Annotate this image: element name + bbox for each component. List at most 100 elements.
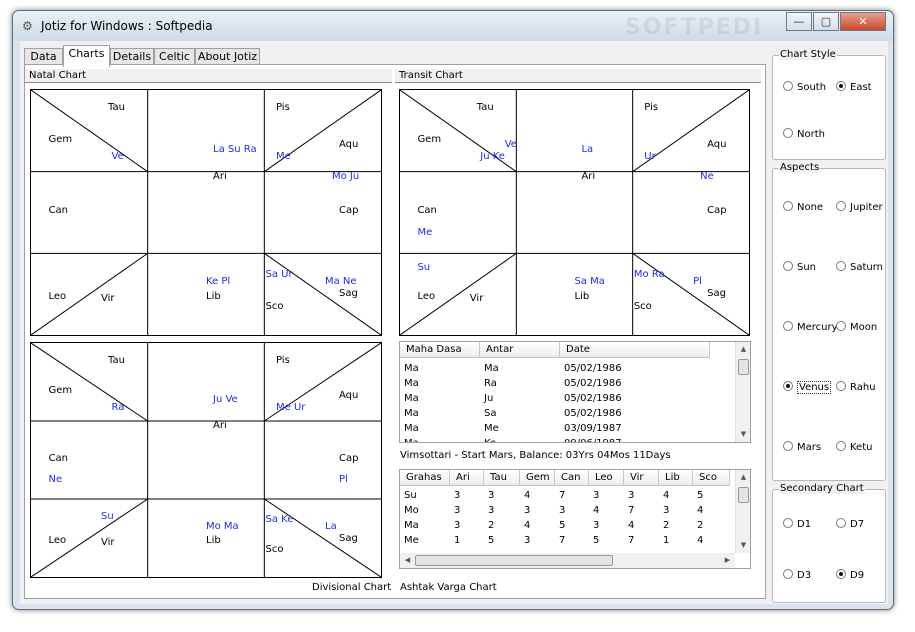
planets-sco[interactable]: Sa Ke	[266, 514, 294, 525]
table-cell[interactable]: Mo	[404, 505, 419, 517]
planets-vir[interactable]: Su	[101, 511, 114, 522]
table-cell[interactable]: 7	[628, 535, 634, 547]
minimize-button[interactable]: —	[786, 12, 812, 31]
planets-pis[interactable]: Ur	[644, 151, 655, 162]
column-header[interactable]: Antar	[480, 342, 560, 358]
aspects-radio-mercury[interactable]: Mercury	[783, 321, 838, 334]
table-cell[interactable]: 4	[697, 505, 703, 517]
column-header[interactable]: Lib	[659, 470, 693, 486]
aspects-radio-ketu[interactable]: Ketu	[836, 441, 872, 454]
table-cell[interactable]: 1	[454, 535, 460, 547]
table-cell[interactable]: 3	[663, 505, 669, 517]
secondary-chart-radio-d9[interactable]: D9	[836, 569, 864, 582]
planets-can[interactable]: Me	[417, 227, 432, 238]
table-cell[interactable]: 03/09/1987	[564, 423, 622, 435]
planets-can[interactable]: Ne	[49, 474, 63, 485]
planets-leo[interactable]: Su	[417, 262, 430, 273]
table-cell[interactable]: 5	[559, 520, 565, 532]
radio-circle-icon[interactable]	[836, 261, 846, 271]
radio-circle-icon[interactable]	[783, 81, 793, 91]
planets-aqu[interactable]: Mo Ju	[332, 171, 359, 182]
table-cell[interactable]: Ju	[484, 393, 493, 405]
table-cell[interactable]: 3	[593, 490, 599, 502]
column-header[interactable]: Leo	[589, 470, 624, 486]
table-cell[interactable]: 05/02/1986	[564, 393, 622, 405]
radio-circle-icon[interactable]	[836, 81, 846, 91]
planets-lib[interactable]: Sa Ma	[575, 276, 605, 287]
ashtak-vscrollbar[interactable]: ▲ ▼	[735, 470, 750, 553]
radio-circle-icon[interactable]	[783, 201, 793, 211]
table-cell[interactable]: 05/02/1986	[564, 378, 622, 390]
radio-circle-icon[interactable]	[836, 518, 846, 528]
planets-pis[interactable]: Me Ur	[276, 402, 305, 413]
chart-style-radio-south[interactable]: South	[783, 81, 826, 94]
chart-style-radio-north[interactable]: North	[783, 128, 825, 141]
planets-sag[interactable]: Pl	[693, 276, 702, 287]
table-cell[interactable]: 2	[663, 520, 669, 532]
table-cell[interactable]: 4	[524, 520, 530, 532]
table-cell[interactable]: 1	[663, 535, 669, 547]
scroll-thumb[interactable]	[738, 359, 749, 375]
radio-circle-icon[interactable]	[836, 441, 846, 451]
aspects-radio-sun[interactable]: Sun	[783, 261, 816, 274]
aspects-radio-rahu[interactable]: Rahu	[836, 381, 876, 394]
planets-lib[interactable]: Mo Ma	[206, 521, 239, 532]
table-cell[interactable]: Ke	[484, 438, 496, 442]
scroll-down-icon[interactable]: ▼	[736, 427, 750, 442]
table-cell[interactable]: Ma	[404, 378, 419, 390]
table-cell[interactable]: 7	[559, 490, 565, 502]
planets-sco[interactable]: Sa Ur	[266, 269, 293, 280]
radio-circle-icon[interactable]	[783, 321, 793, 331]
scroll-thumb[interactable]	[415, 555, 613, 566]
table-cell[interactable]: Ma	[404, 363, 419, 375]
table-cell[interactable]: 3	[454, 505, 460, 517]
close-button[interactable]: ✕	[840, 12, 886, 31]
planets-ari[interactable]: La	[581, 144, 593, 155]
planets-tau[interactable]: Ra	[112, 402, 125, 413]
planets-lib[interactable]: Ke Pl	[206, 276, 230, 287]
table-cell[interactable]: 5	[593, 535, 599, 547]
transit-chart-grid[interactable]: Gem Ve Tau Ju Ke Ari La Pis Ur Aqu Ne Can Me Cap Leo S…	[399, 89, 750, 336]
aspects-radio-saturn[interactable]: Saturn	[836, 261, 883, 274]
table-cell[interactable]: 3	[488, 490, 494, 502]
table-cell[interactable]: 7	[559, 535, 565, 547]
radio-circle-icon[interactable]	[783, 569, 793, 579]
planets-aqu[interactable]: Ne	[700, 171, 714, 182]
radio-circle-icon[interactable]	[783, 261, 793, 271]
column-header[interactable]: Tau	[484, 470, 520, 486]
radio-circle-icon[interactable]	[836, 201, 846, 211]
planets-gem[interactable]: Ve	[505, 139, 517, 150]
aspects-radio-moon[interactable]: Moon	[836, 321, 877, 334]
scroll-right-icon[interactable]: ▶	[720, 553, 735, 568]
aspects-radio-mars[interactable]: Mars	[783, 441, 821, 454]
aspects-radio-none[interactable]: None	[783, 201, 823, 214]
scroll-left-icon[interactable]: ◀	[400, 553, 415, 568]
table-cell[interactable]: 3	[593, 520, 599, 532]
table-cell[interactable]: 4	[697, 535, 703, 547]
column-header[interactable]: Date	[560, 342, 710, 358]
secondary-chart-radio-d3[interactable]: D3	[783, 569, 811, 582]
table-cell[interactable]: 2	[697, 520, 703, 532]
secondary-chart-radio-d7[interactable]: D7	[836, 518, 864, 531]
table-cell[interactable]: 4	[628, 520, 634, 532]
gear-icon[interactable]: ⚙	[22, 19, 33, 33]
column-header[interactable]: Gem	[520, 470, 555, 486]
tab-charts[interactable]: Charts	[63, 45, 110, 67]
table-cell[interactable]: 05/02/1986	[564, 408, 622, 420]
radio-circle-icon[interactable]	[836, 569, 846, 579]
table-cell[interactable]: 05/02/1986	[564, 363, 622, 375]
table-cell[interactable]: Ma	[404, 438, 419, 442]
table-cell[interactable]: 3	[454, 490, 460, 502]
column-header[interactable]: Can	[555, 470, 589, 486]
aspects-radio-jupiter[interactable]: Jupiter	[836, 201, 883, 214]
scroll-up-icon[interactable]: ▲	[736, 470, 750, 485]
dasa-scrollbar[interactable]: ▲ ▼	[735, 342, 750, 442]
scroll-down-icon[interactable]: ▼	[736, 538, 750, 553]
radio-circle-icon[interactable]	[836, 381, 846, 391]
scroll-up-icon[interactable]: ▲	[736, 342, 750, 357]
table-cell[interactable]: 2	[488, 520, 494, 532]
table-cell[interactable]: Ma	[404, 393, 419, 405]
ashtak-hscrollbar[interactable]: ◀ ▶	[400, 553, 735, 568]
table-cell[interactable]: Ra	[484, 378, 497, 390]
table-cell[interactable]: Ma	[484, 363, 499, 375]
